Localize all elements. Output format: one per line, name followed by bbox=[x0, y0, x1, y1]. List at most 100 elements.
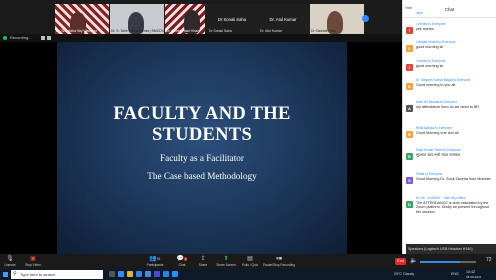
slide-subtitle: Faculty as a Facilitator bbox=[160, 153, 244, 163]
avatar: I bbox=[406, 27, 413, 34]
word-icon[interactable] bbox=[163, 271, 169, 277]
clock-date[interactable]: 08-09-2021 bbox=[466, 275, 481, 279]
chat-message-sender: Rajsi Kumar Tiwari to Everyone bbox=[416, 148, 461, 152]
shared-screen-area: FACULTY AND THE STUDENTS Faculty as a Fa… bbox=[0, 42, 402, 254]
chat-panel: Hide Chat Jenn I Jender to Everyone Iyes m… bbox=[402, 0, 496, 254]
chat-message-text: The ATTENDANCE is auto calculated by the… bbox=[416, 201, 489, 214]
volume-slider-fill bbox=[420, 261, 461, 263]
stop-video-button[interactable]: ▣ Stop Video bbox=[25, 256, 41, 267]
chat-message-sender: Dr. AK.. to AMKU... from all profiles bbox=[416, 196, 466, 200]
video-icon: ▣ bbox=[30, 256, 36, 262]
search-placeholder: Type here to search bbox=[20, 272, 56, 277]
chat-message-text: Good Morning one and all bbox=[416, 131, 459, 135]
share-screen-icon: ⬆ bbox=[223, 256, 229, 262]
share-button[interactable]: ⇪ Share bbox=[197, 256, 209, 267]
avatar: D bbox=[406, 201, 413, 208]
search-icon: ⚲ bbox=[13, 271, 17, 277]
unmute-button[interactable]: 🎙 Unmute bbox=[3, 256, 17, 267]
participant-name: Dr. Atul Kumar bbox=[260, 29, 282, 33]
microphone-icon: 🎙 bbox=[6, 256, 14, 262]
chat-message-sender: Anku A/I Mudala to Everyone bbox=[416, 100, 458, 104]
chat-message-text: good morning sir bbox=[416, 45, 444, 49]
edge-icon[interactable] bbox=[118, 271, 124, 277]
avatar: S bbox=[406, 177, 413, 184]
participants-button[interactable]: 👥91 Participants bbox=[146, 256, 164, 267]
participant-display-name: Dr. Atul Kumar bbox=[269, 17, 297, 22]
share-icon: ⇪ bbox=[200, 256, 206, 262]
windows-taskbar: ⚲ Type here to search 29°C Cloudy ENG 10… bbox=[0, 269, 496, 280]
chat-message-sender: Jenn bbox=[416, 11, 423, 15]
toolbar-label: Chat bbox=[178, 263, 186, 267]
participant-tile[interactable]: Dr Sonali Saha Dr Sonali Saha bbox=[205, 4, 259, 34]
teams-icon[interactable] bbox=[154, 271, 160, 277]
recording-button[interactable]: ⏸⏹ Pause/Stop Recording bbox=[263, 256, 295, 267]
participant-name: Dr. Ameet Yusuf Khan bbox=[166, 29, 200, 33]
meeting-toolbar: 🎙 Unmute ▣ Stop Video 👥91 Participants 💬… bbox=[0, 254, 496, 269]
mail-icon[interactable] bbox=[136, 271, 142, 277]
polls-button[interactable]: ▤ Polls / Quiz bbox=[241, 256, 259, 267]
participant-name: Dr Saurabh Rao bbox=[311, 29, 336, 33]
task-view-icon[interactable] bbox=[109, 271, 115, 277]
chat-message-sender: Rinki Ayaska to Everyone bbox=[416, 126, 453, 130]
chat-icon: 💬2 bbox=[176, 256, 188, 262]
chat-message-sender: Lalitpati Kholmi to Everyone bbox=[416, 40, 456, 44]
toolbar-label: Polls / Quiz bbox=[241, 263, 259, 267]
toolbar-label: Share bbox=[198, 263, 208, 267]
chat-badge: 2 bbox=[184, 257, 188, 261]
record-icon: ⏸⏹ bbox=[275, 256, 282, 262]
participants-icon: 👥91 bbox=[149, 256, 161, 262]
windows-start-icon[interactable] bbox=[3, 272, 8, 277]
volume-value: 72 bbox=[486, 257, 492, 263]
avatar: D bbox=[406, 83, 413, 90]
next-page-button[interactable] bbox=[362, 15, 369, 22]
participant-tile[interactable]: Dr Saurabh Rao bbox=[310, 4, 364, 34]
participant-tile[interactable]: Dr. S. Tabir Faisal (Senior) SMCDS bbox=[110, 4, 164, 34]
chat-message-text: my attendance form do we need to fill? bbox=[416, 105, 480, 109]
avatar: A bbox=[406, 105, 413, 112]
zoom-icon[interactable] bbox=[172, 271, 178, 277]
avatar: L bbox=[406, 45, 413, 52]
share-screen-button[interactable]: ⬆ Share Screen bbox=[216, 256, 236, 267]
chat-button[interactable]: 💬2 Chat bbox=[176, 256, 188, 267]
participant-tile[interactable]: Dr. Shraddha Vay Wadekar bbox=[55, 4, 109, 34]
recording-bar: Recording... bbox=[0, 34, 402, 42]
participant-gallery: Dr. Shraddha Vay Wadekar Dr. S. Tabir Fa… bbox=[0, 0, 402, 34]
clock-time[interactable]: 10:42 bbox=[466, 270, 475, 274]
recording-status: Recording... bbox=[10, 35, 32, 40]
file-explorer-icon[interactable] bbox=[127, 271, 133, 277]
avatar: R bbox=[406, 153, 413, 160]
chat-message-sender: Seeta to Everyone bbox=[416, 172, 443, 176]
chat-header: Hide Chat bbox=[403, 0, 496, 18]
toolbar-label: Participants bbox=[146, 263, 164, 267]
weather-widget[interactable]: 29°C Cloudy bbox=[394, 272, 414, 276]
slide-title-line: STUDENTS bbox=[151, 125, 253, 145]
chat-message-text: Good morning to you all. bbox=[416, 83, 457, 87]
toolbar-label: Share Screen bbox=[216, 263, 236, 267]
chat-message-sender: I Jender to Everyone bbox=[416, 22, 446, 26]
pause-recording-icon[interactable] bbox=[41, 36, 45, 40]
speaker-device-label: Speakers (Logitech USB Headset H340) bbox=[406, 244, 496, 254]
slide-subtitle: The Case based Methodology bbox=[147, 171, 257, 181]
language-indicator[interactable]: ENG bbox=[451, 272, 459, 276]
avatar: I bbox=[406, 64, 413, 71]
chat-message-text: Good Morning Dr. Sonli Saxena from Mumba… bbox=[416, 177, 491, 181]
end-meeting-button[interactable]: End bbox=[395, 258, 406, 265]
volume-slider[interactable] bbox=[420, 261, 476, 263]
polls-icon: ▤ bbox=[247, 256, 253, 262]
chat-message-sender: I Jender to Everyone bbox=[416, 59, 446, 63]
zoom-window: Dr. Shraddha Vay Wadekar Dr. S. Tabir Fa… bbox=[0, 0, 496, 280]
chat-message-text: good morning sir bbox=[416, 64, 444, 68]
toolbar-label: Unmute bbox=[4, 263, 16, 267]
store-icon[interactable] bbox=[145, 271, 151, 277]
speaker-icon: 🔈 bbox=[410, 258, 418, 264]
taskbar-search[interactable]: ⚲ Type here to search bbox=[11, 270, 103, 279]
toolbar-label: Stop Video bbox=[25, 263, 41, 267]
participant-display-name: Dr Sonali Saha bbox=[217, 17, 247, 22]
chat-message-sender: Dr. Nilupam Kumar Magal to Everyone bbox=[416, 78, 471, 82]
toolbar-label: Pause/Stop Recording bbox=[263, 263, 295, 267]
chat-message-text: सुप्रभात आप सभी सादर नमस्कार bbox=[416, 153, 461, 157]
stop-recording-icon[interactable] bbox=[47, 36, 51, 40]
chat-message-text: yes ma'am bbox=[416, 27, 434, 31]
slide-title: FACULTY AND THE STUDENTS bbox=[57, 104, 347, 146]
participant-tile[interactable]: Dr. Atul Kumar Dr. Atul Kumar bbox=[256, 4, 310, 34]
